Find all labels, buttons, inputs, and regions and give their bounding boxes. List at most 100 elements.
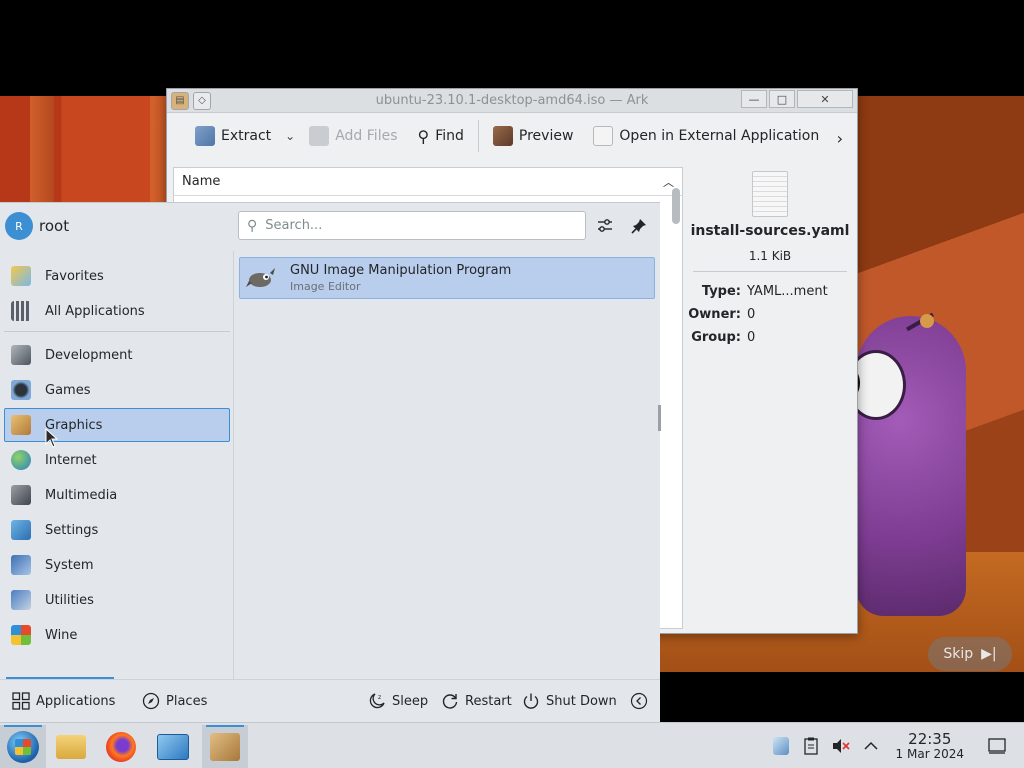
category-development[interactable]: Development (4, 338, 230, 372)
toolbar-overflow-chevron-icon[interactable]: › (837, 129, 843, 148)
windows-logo-icon (7, 731, 39, 763)
system-settings-icon (157, 734, 189, 760)
info-owner-row: Owner: 0 (683, 307, 857, 322)
utilities-icon (11, 590, 31, 610)
add-files-label: Add Files (335, 128, 398, 144)
digital-clock[interactable]: 22:35 1 Mar 2024 (896, 731, 964, 761)
clock-date: 1 Mar 2024 (895, 747, 964, 761)
mouse-cursor-icon (45, 428, 59, 448)
ark-toolbar: Extract ⌄ Add Files ⚲ Find Preview Open … (167, 113, 857, 159)
clock-time: 22:35 (908, 730, 952, 748)
app-list-scrollbar[interactable] (658, 405, 661, 431)
category-list: Favorites All Applications Development G… (0, 251, 234, 679)
preview-icon (492, 126, 513, 146)
taskbar-system-settings[interactable] (150, 725, 196, 768)
extract-button[interactable]: Extract (185, 120, 281, 152)
application-launcher-button[interactable] (0, 725, 46, 768)
taskbar: 22:35 1 Mar 2024 (0, 722, 1024, 768)
category-label: Settings (45, 522, 99, 538)
search-icon: ⚲ (417, 126, 430, 146)
category-divider (4, 331, 230, 332)
category-label: Internet (45, 452, 97, 468)
close-button[interactable]: ✕ (797, 90, 853, 108)
extract-icon (195, 126, 215, 146)
pin-icon (631, 219, 646, 234)
tray-expand-chevron-up-icon[interactable] (858, 733, 884, 759)
category-games[interactable]: Games (4, 373, 230, 407)
multimedia-icon (11, 485, 31, 505)
restart-button[interactable]: Restart (441, 692, 512, 710)
more-session-options-button[interactable] (630, 692, 648, 710)
app-description: Image Editor (290, 280, 361, 293)
app-item-gimp[interactable]: GNU Image Manipulation Program Image Edi… (239, 257, 655, 299)
tab-applications-label: Applications (36, 693, 116, 709)
system-tray: 22:35 1 Mar 2024 (766, 723, 1024, 768)
column-name-label: Name (182, 174, 221, 189)
category-all-applications[interactable]: All Applications (4, 294, 230, 328)
category-system[interactable]: System (4, 548, 230, 582)
pin-button[interactable] (628, 215, 650, 237)
category-label: All Applications (45, 303, 145, 319)
search-icon: ⚲ (247, 217, 258, 234)
system-icon (11, 555, 31, 575)
category-multimedia[interactable]: Multimedia (4, 478, 230, 512)
category-graphics[interactable]: Graphics (4, 408, 230, 442)
sleep-icon: z (369, 693, 385, 709)
add-files-button[interactable]: Add Files (299, 120, 407, 152)
restart-label: Restart (465, 693, 512, 709)
app-name: GNU Image Manipulation Program (290, 263, 512, 278)
taskbar-ark[interactable] (202, 725, 248, 768)
skip-button[interactable]: Skip ▶| (928, 637, 1012, 671)
file-list-scrollbar[interactable] (672, 188, 680, 224)
info-divider (693, 271, 847, 272)
shutdown-button[interactable]: Shut Down (522, 692, 617, 710)
info-file-size: 1.1 KiB (748, 249, 792, 263)
tab-applications[interactable]: Applications (12, 692, 115, 710)
category-label: Favorites (45, 268, 104, 284)
sort-ascending-icon: ︿ (663, 175, 674, 189)
clipboard-icon[interactable] (798, 733, 824, 759)
info-owner-label: Owner: (688, 307, 741, 322)
skip-label: Skip (943, 646, 974, 662)
wine-icon (11, 625, 31, 645)
category-wine[interactable]: Wine (4, 618, 230, 652)
file-info-panel: install-sources.yaml 1.1 KiB Type: YAML.… (683, 167, 857, 629)
volume-muted-icon[interactable] (828, 733, 854, 759)
preview-label: Preview (518, 128, 574, 144)
category-settings[interactable]: Settings (4, 513, 230, 547)
updates-icon[interactable] (768, 733, 794, 759)
sliders-icon (598, 219, 612, 232)
info-file-name: install-sources.yaml (690, 223, 850, 239)
extract-dropdown-chevron-icon[interactable]: ⌄ (281, 129, 299, 143)
chevron-left-icon (630, 692, 648, 710)
skip-next-icon: ▶| (981, 646, 997, 662)
show-desktop-button[interactable] (984, 733, 1010, 759)
search-input[interactable] (265, 218, 566, 233)
launcher-footer: Applications Places z Sleep Restart Shut… (0, 679, 660, 723)
search-field[interactable]: ⚲ (238, 211, 586, 240)
find-button[interactable]: ⚲ Find (408, 120, 474, 152)
column-header-name[interactable]: Name ︿ (174, 168, 682, 196)
gimp-icon (246, 268, 275, 287)
open-external-button[interactable]: Open in External Application (583, 120, 829, 152)
info-type-label: Type: (701, 284, 741, 299)
minimize-button[interactable]: — (741, 90, 767, 108)
category-utilities[interactable]: Utilities (4, 583, 230, 617)
preview-button[interactable]: Preview (483, 120, 584, 152)
taskbar-firefox[interactable] (98, 725, 144, 768)
toolbar-separator (477, 120, 479, 152)
sleep-button[interactable]: z Sleep (368, 692, 428, 710)
maximize-button[interactable]: □ (769, 90, 795, 108)
application-launcher: R root ⚲ Search... Favorites All Applica… (0, 202, 661, 723)
tab-places[interactable]: Places (142, 692, 207, 710)
info-group-value: 0 (747, 330, 756, 345)
category-internet[interactable]: Internet (4, 443, 230, 477)
add-files-icon (309, 126, 330, 146)
info-group-row: Group: 0 (683, 330, 857, 345)
taskbar-file-manager[interactable] (48, 725, 94, 768)
ark-titlebar[interactable]: ▤ ◇ ubuntu-23.10.1-desktop-amd64.iso — A… (167, 89, 857, 113)
category-label: Wine (45, 627, 78, 643)
category-favorites[interactable]: Favorites (4, 259, 230, 293)
avatar[interactable]: R (5, 212, 33, 240)
configure-filter-button[interactable] (594, 215, 616, 237)
